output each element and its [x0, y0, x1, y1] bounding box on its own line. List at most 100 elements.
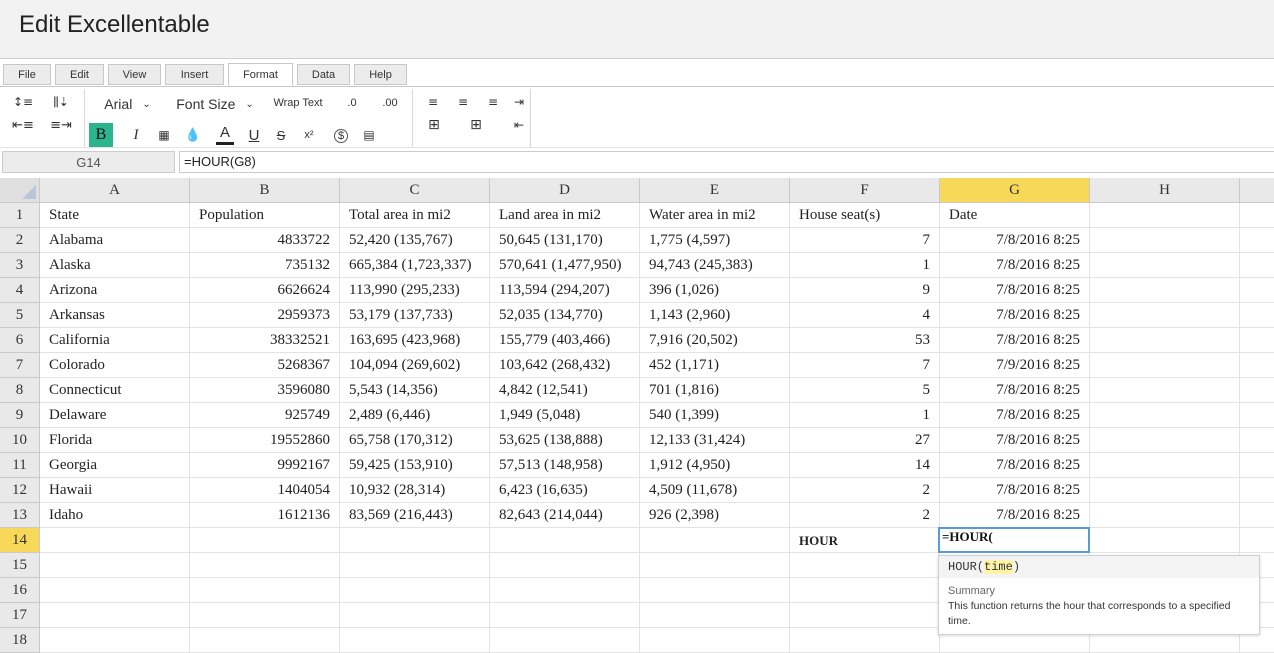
cell-a9[interactable]: Delaware: [40, 403, 190, 428]
cell-b14[interactable]: [190, 528, 340, 553]
cell-e11[interactable]: 1,912 (4,950): [640, 453, 790, 478]
cell-a1[interactable]: State: [40, 203, 190, 228]
row-header-5[interactable]: 5: [0, 303, 40, 328]
cell-f13[interactable]: 2: [790, 503, 940, 528]
borders-icon[interactable]: ▦: [154, 125, 174, 145]
cell-c11[interactable]: 59,425 (153,910): [340, 453, 490, 478]
cell-h3[interactable]: [1090, 253, 1240, 278]
cell-c12[interactable]: 10,932 (28,314): [340, 478, 490, 503]
row-header-3[interactable]: 3: [0, 253, 40, 278]
cell-f14[interactable]: HOUR: [790, 528, 940, 553]
cell-e17[interactable]: [640, 603, 790, 628]
cell-c5[interactable]: 53,179 (137,733): [340, 303, 490, 328]
row-header-6[interactable]: 6: [0, 328, 40, 353]
cell-e4[interactable]: 396 (1,026): [640, 278, 790, 303]
row-header-9[interactable]: 9: [0, 403, 40, 428]
cell-editor[interactable]: =HOUR(: [938, 527, 1090, 553]
cell-e6[interactable]: 7,916 (20,502): [640, 328, 790, 353]
cell-c9[interactable]: 2,489 (6,446): [340, 403, 490, 428]
cell-b12[interactable]: 1404054: [190, 478, 340, 503]
cell-c14[interactable]: [340, 528, 490, 553]
cell-d1[interactable]: Land area in mi2: [490, 203, 640, 228]
tab-edit[interactable]: Edit: [55, 64, 104, 85]
cell-e13[interactable]: 926 (2,398): [640, 503, 790, 528]
cell-b16[interactable]: [190, 578, 340, 603]
cell-a18[interactable]: [40, 628, 190, 653]
cell-g1[interactable]: Date: [940, 203, 1090, 228]
cell-g3[interactable]: 7/8/2016 8:25: [940, 253, 1090, 278]
cell-d14[interactable]: [490, 528, 640, 553]
cell-d17[interactable]: [490, 603, 640, 628]
cell-f16[interactable]: [790, 578, 940, 603]
cell-a10[interactable]: Florida: [40, 428, 190, 453]
cell-g7[interactable]: 7/9/2016 8:25: [940, 353, 1090, 378]
row-header-2[interactable]: 2: [0, 228, 40, 253]
cell-a8[interactable]: Connecticut: [40, 378, 190, 403]
cell-a6[interactable]: California: [40, 328, 190, 353]
cell-d11[interactable]: 57,513 (148,958): [490, 453, 640, 478]
cell-a11[interactable]: Georgia: [40, 453, 190, 478]
cell-c3[interactable]: 665,384 (1,723,337): [340, 253, 490, 278]
align-left-icon[interactable]: ≡: [423, 93, 443, 111]
cell-a5[interactable]: Arkansas: [40, 303, 190, 328]
cell-d5[interactable]: 52,035 (134,770): [490, 303, 640, 328]
cell-b4[interactable]: 6626624: [190, 278, 340, 303]
cell-h4[interactable]: [1090, 278, 1240, 303]
tab-file[interactable]: File: [3, 64, 51, 85]
superscript-button[interactable]: x²: [299, 125, 319, 145]
decrease-decimal-button[interactable]: .0: [341, 93, 363, 113]
cell-c1[interactable]: Total area in mi2: [340, 203, 490, 228]
cell-d2[interactable]: 50,645 (131,170): [490, 228, 640, 253]
cell-b9[interactable]: 925749: [190, 403, 340, 428]
cell-b5[interactable]: 2959373: [190, 303, 340, 328]
column-header-g[interactable]: G: [940, 178, 1090, 203]
row-header-16[interactable]: 16: [0, 578, 40, 603]
cell-f6[interactable]: 53: [790, 328, 940, 353]
cell-b2[interactable]: 4833722: [190, 228, 340, 253]
cell-d4[interactable]: 113,594 (294,207): [490, 278, 640, 303]
cell-e14[interactable]: [640, 528, 790, 553]
cell-f18[interactable]: [790, 628, 940, 653]
cell-d15[interactable]: [490, 553, 640, 578]
strikethrough-button[interactable]: S: [271, 125, 291, 145]
cell-e9[interactable]: 540 (1,399): [640, 403, 790, 428]
row-header-14[interactable]: 14: [0, 528, 40, 553]
select-all-corner[interactable]: [0, 178, 40, 203]
cell-overflow[interactable]: [1240, 228, 1274, 253]
cell-c6[interactable]: 163,695 (423,968): [340, 328, 490, 353]
row-header-17[interactable]: 17: [0, 603, 40, 628]
delete-row-icon[interactable]: ≡⇥: [50, 115, 72, 135]
cell-e3[interactable]: 94,743 (245,383): [640, 253, 790, 278]
cell-c8[interactable]: 5,543 (14,356): [340, 378, 490, 403]
cell-f11[interactable]: 14: [790, 453, 940, 478]
cell-f15[interactable]: [790, 553, 940, 578]
row-header-7[interactable]: 7: [0, 353, 40, 378]
cell-a16[interactable]: [40, 578, 190, 603]
cell-a3[interactable]: Alaska: [40, 253, 190, 278]
cell-h12[interactable]: [1090, 478, 1240, 503]
row-header-4[interactable]: 4: [0, 278, 40, 303]
cell-g10[interactable]: 7/8/2016 8:25: [940, 428, 1090, 453]
row-header-8[interactable]: 8: [0, 378, 40, 403]
column-header-e[interactable]: E: [640, 178, 790, 203]
cell-c13[interactable]: 83,569 (216,443): [340, 503, 490, 528]
cell-overflow[interactable]: [1240, 528, 1274, 553]
cell-overflow[interactable]: [1240, 378, 1274, 403]
cell-c16[interactable]: [340, 578, 490, 603]
wrap-text-button[interactable]: Wrap Text: [268, 93, 328, 113]
cell-e16[interactable]: [640, 578, 790, 603]
cell-g11[interactable]: 7/8/2016 8:25: [940, 453, 1090, 478]
conditional-format-icon[interactable]: ▤: [359, 125, 379, 145]
font-size-select[interactable]: Font Size ⌄: [172, 93, 258, 115]
cell-b7[interactable]: 5268367: [190, 353, 340, 378]
cell-d7[interactable]: 103,642 (268,432): [490, 353, 640, 378]
cell-h9[interactable]: [1090, 403, 1240, 428]
cell-f9[interactable]: 1: [790, 403, 940, 428]
row-header-18[interactable]: 18: [0, 628, 40, 653]
cell-g5[interactable]: 7/8/2016 8:25: [940, 303, 1090, 328]
cell-h6[interactable]: [1090, 328, 1240, 353]
cell-e12[interactable]: 4,509 (11,678): [640, 478, 790, 503]
cell-e15[interactable]: [640, 553, 790, 578]
insert-column-icon[interactable]: ⫼⇣: [50, 93, 72, 111]
cell-g2[interactable]: 7/8/2016 8:25: [940, 228, 1090, 253]
